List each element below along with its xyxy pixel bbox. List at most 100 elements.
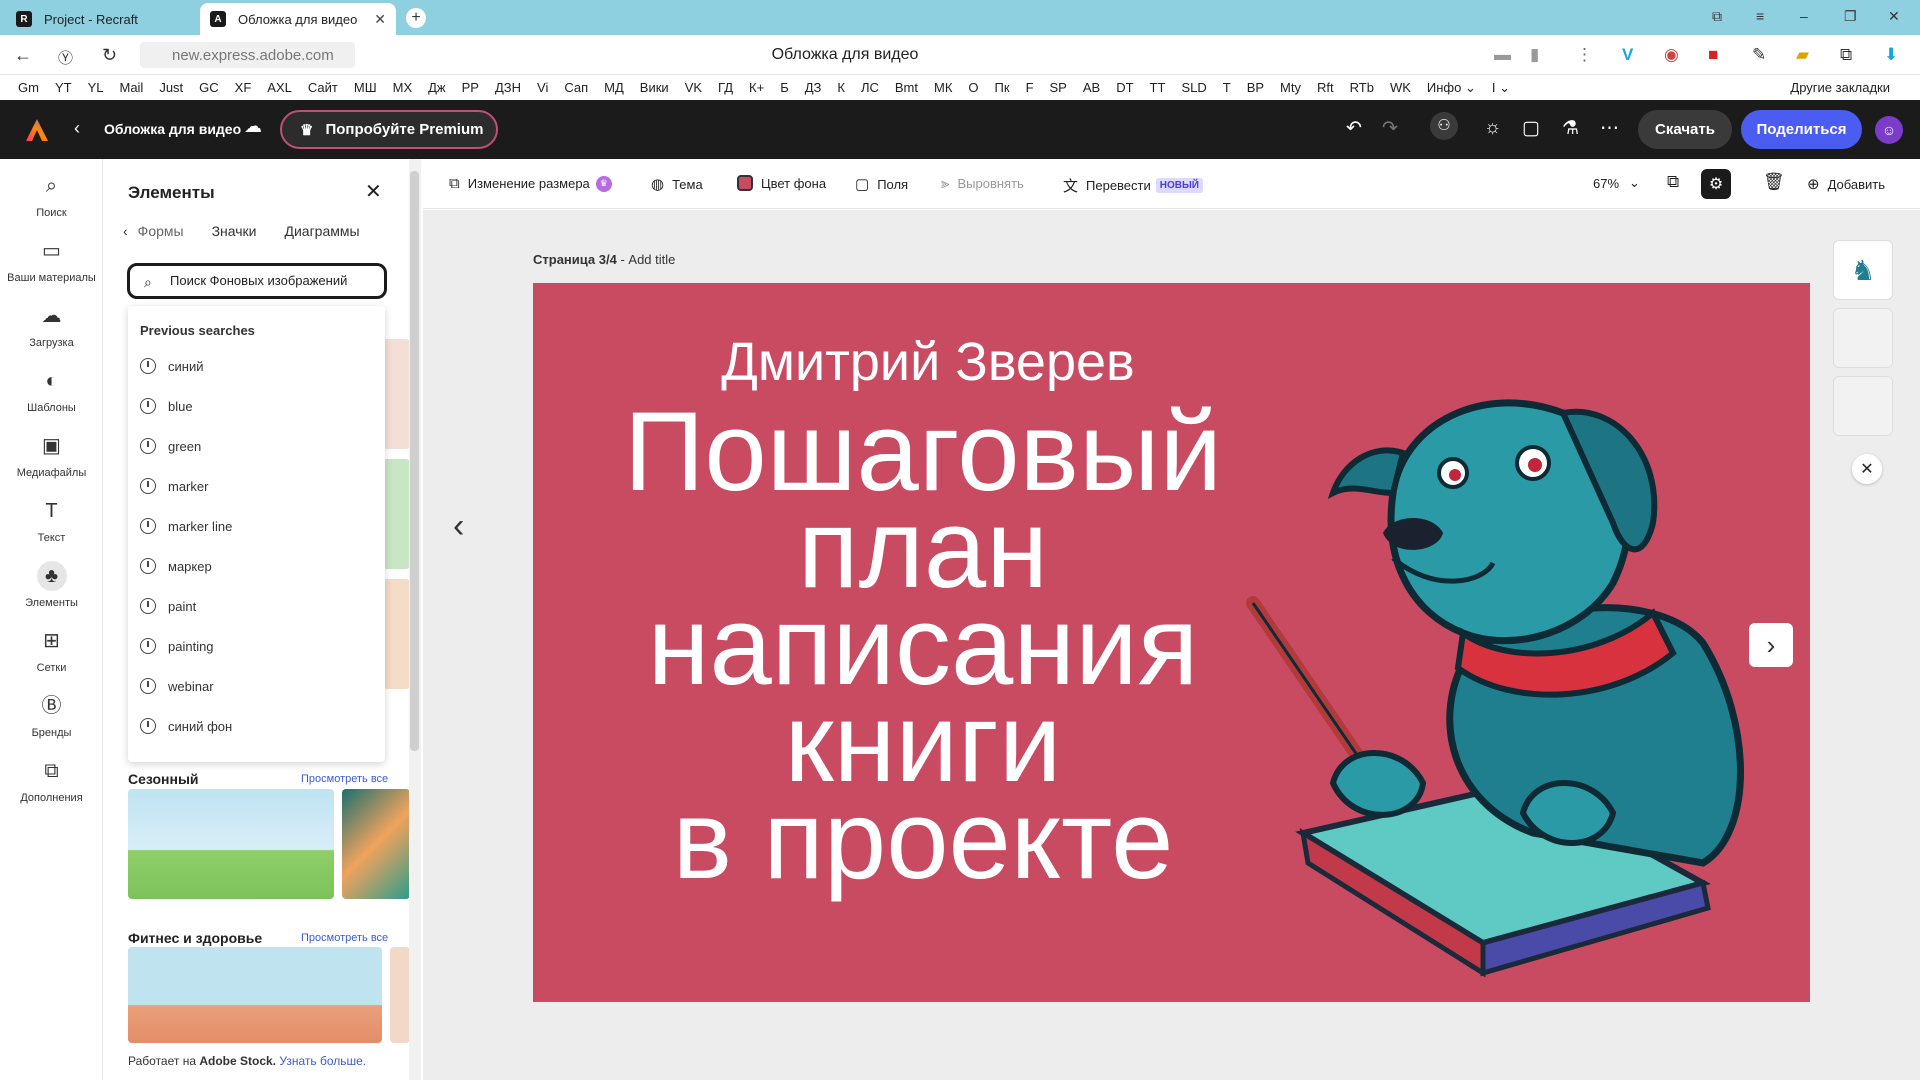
bookmark-item[interactable]: МК xyxy=(934,80,952,95)
bookmark-item[interactable]: RTb xyxy=(1350,80,1374,95)
bookmark-item[interactable]: Сап xyxy=(564,80,588,95)
bookmark-item[interactable]: Инфо ⌄ xyxy=(1427,80,1476,96)
bookmark-item[interactable]: ДЗ xyxy=(805,80,822,95)
seasonal-thumbnail[interactable] xyxy=(128,789,334,899)
fit-icon[interactable]: ⧉ xyxy=(1667,172,1679,192)
extension-red-icon[interactable]: ■ xyxy=(1708,45,1718,65)
page-thumbnail[interactable] xyxy=(1833,308,1893,368)
downloads-icon[interactable]: ⬇ xyxy=(1884,45,1898,65)
bookmark-item[interactable]: Пк xyxy=(995,80,1010,95)
rail-item[interactable]: ⌕ Поиск xyxy=(0,171,103,219)
panel-scrollbar[interactable] xyxy=(409,159,421,1080)
rail-item[interactable]: ▭ Ваши материалы xyxy=(0,236,103,284)
resize-button[interactable]: ⧉ Изменение размера ♛ xyxy=(449,175,612,192)
avatar[interactable]: ☺ xyxy=(1875,116,1903,144)
bookmark-item[interactable]: МХ xyxy=(393,80,413,95)
previous-search-item[interactable]: green xyxy=(140,438,201,454)
rail-item[interactable]: Ⓑ Бренды xyxy=(0,691,103,739)
redo-icon[interactable]: ↷ xyxy=(1382,117,1398,140)
bookmark-item[interactable]: YL xyxy=(88,80,104,95)
learn-more-link[interactable]: Узнать больше. xyxy=(279,1054,366,1068)
previous-search-item[interactable]: marker xyxy=(140,478,208,494)
undo-icon[interactable]: ↶ xyxy=(1346,117,1362,140)
tab-charts[interactable]: Диаграммы xyxy=(284,223,359,239)
rail-item[interactable]: ⧉ Дополнения xyxy=(0,756,103,804)
other-bookmarks[interactable]: Другие закладки xyxy=(1790,80,1890,95)
rail-item[interactable]: ☁ Загрузка xyxy=(0,301,103,349)
previous-search-item[interactable]: синий xyxy=(140,358,203,374)
bookmark-item[interactable]: SLD xyxy=(1181,80,1206,95)
author-text[interactable]: Дмитрий Зверев xyxy=(533,331,1323,393)
comment-icon[interactable]: ▢ xyxy=(1522,117,1540,140)
layers-toggle-icon[interactable]: ⚙ xyxy=(1701,169,1731,199)
bookmark-item[interactable]: Б xyxy=(780,80,789,95)
bookmark-item[interactable]: GC xyxy=(199,80,219,95)
page-thumbnail[interactable] xyxy=(1833,376,1893,436)
bookmark-item[interactable]: SP xyxy=(1050,80,1067,95)
bookmark-item[interactable]: Bmt xyxy=(895,80,918,95)
headline-text[interactable]: Пошаговый план написания книги в проекте xyxy=(573,396,1273,896)
tab-icons[interactable]: Значки xyxy=(212,223,257,239)
bookmark-item[interactable]: AXL xyxy=(267,80,292,95)
page-label[interactable]: Страница 3/4 - Add title xyxy=(533,252,675,267)
bookmark-item[interactable]: К xyxy=(837,80,845,95)
close-window-icon[interactable]: ✕ xyxy=(1888,8,1900,25)
margins-button[interactable]: ▢ Поля xyxy=(855,175,908,193)
bookmark-item[interactable]: XF xyxy=(235,80,252,95)
previous-search-item[interactable]: маркер xyxy=(140,558,212,574)
close-panel-icon[interactable]: ✕ xyxy=(365,179,382,204)
panel-back-icon[interactable]: ‹ xyxy=(123,223,128,239)
extension-yellow-icon[interactable]: ▰ xyxy=(1796,45,1809,65)
puzzle-icon[interactable]: ⧉ xyxy=(1840,45,1852,65)
previous-search-item[interactable]: marker line xyxy=(140,518,232,534)
previous-search-item[interactable]: paint xyxy=(140,598,196,614)
zoom-select[interactable]: 67% ⌄ xyxy=(1593,175,1640,191)
bookmark-item[interactable]: Вики xyxy=(640,80,669,95)
bookmark-item[interactable]: YT xyxy=(55,80,72,95)
close-thumbnails-icon[interactable]: ✕ xyxy=(1852,454,1882,484)
rail-item[interactable]: ⊞ Сетки xyxy=(0,626,103,674)
background-thumbnail[interactable] xyxy=(383,459,410,569)
eyedropper-icon[interactable]: ✎ xyxy=(1752,45,1766,65)
bookmark-item[interactable]: ДЗН xyxy=(495,80,521,95)
maximize-icon[interactable]: ❐ xyxy=(1844,8,1857,25)
seasonal-thumbnail[interactable] xyxy=(342,789,410,899)
bookmark-item[interactable]: МШ xyxy=(354,80,377,95)
rail-item[interactable]: ◐ Шаблоны xyxy=(0,366,103,414)
fitness-thumbnail[interactable] xyxy=(390,947,410,1043)
bookmark-item[interactable]: F xyxy=(1026,80,1034,95)
tab-shapes[interactable]: Формы xyxy=(138,223,184,239)
document-title[interactable]: Обложка для видео xyxy=(104,121,241,137)
extension-icon[interactable]: ◉ xyxy=(1664,45,1679,65)
previous-page-arrow-icon[interactable]: ‹ xyxy=(453,507,464,546)
adobe-express-logo-icon[interactable] xyxy=(24,117,50,143)
trash-icon[interactable]: 🗑︎ xyxy=(1763,172,1785,192)
minimize-icon[interactable]: – xyxy=(1800,8,1808,24)
browser-tab-recraft[interactable]: R Project - Recraft xyxy=(6,3,196,35)
view-all-seasonal-link[interactable]: Просмотреть все xyxy=(301,773,388,785)
rail-item[interactable]: T Текст xyxy=(0,496,103,544)
theme-button[interactable]: ◍ Тема xyxy=(651,175,703,193)
menu-icon[interactable]: ≡ xyxy=(1756,8,1764,24)
download-button[interactable]: Скачать xyxy=(1638,110,1732,149)
bookmark-item[interactable]: Сайт xyxy=(308,80,338,95)
bookmark-item[interactable]: I ⌄ xyxy=(1492,80,1510,96)
bookmark-item[interactable]: Rft xyxy=(1317,80,1334,95)
add-title-placeholder[interactable]: - Add title xyxy=(617,252,675,267)
bookmark-item[interactable]: TT xyxy=(1150,80,1166,95)
bookmark-item[interactable]: VK xyxy=(685,80,702,95)
lightbulb-icon[interactable]: ☼ xyxy=(1484,117,1501,139)
tab-search-icon[interactable]: ⧉ xyxy=(1712,8,1722,25)
bookmark-item[interactable]: Just xyxy=(159,80,183,95)
background-thumbnail[interactable] xyxy=(383,579,410,689)
new-tab-button[interactable]: + xyxy=(406,8,426,28)
vimeo-icon[interactable]: V xyxy=(1622,45,1633,65)
translate-button[interactable]: 文 Перевести НОВЫЙ xyxy=(1063,175,1203,196)
add-page-button[interactable]: ⊕ Добавить xyxy=(1807,175,1885,193)
bookmark-item[interactable]: К+ xyxy=(749,80,764,95)
bookmark-item[interactable]: WK xyxy=(1390,80,1411,95)
background-thumbnail[interactable] xyxy=(383,339,410,449)
invite-user-icon[interactable]: ⚇ xyxy=(1430,112,1458,140)
cloud-sync-icon[interactable]: ☁ xyxy=(244,116,262,137)
bookmark-item[interactable]: АВ xyxy=(1083,80,1100,95)
